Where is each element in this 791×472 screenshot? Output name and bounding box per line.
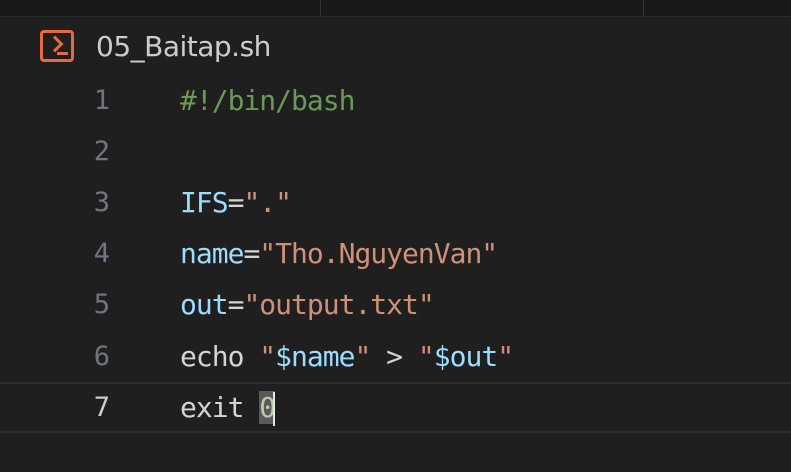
line-number: 4 <box>93 238 110 269</box>
code-token: " <box>417 340 435 373</box>
code-token: > <box>370 340 418 373</box>
code-token: = <box>243 237 260 270</box>
code-token: "output.txt" <box>243 288 434 321</box>
code-text[interactable]: name="Tho.NguyenVan" <box>180 228 498 279</box>
code-token: $name <box>275 340 355 373</box>
code-token: "." <box>243 186 292 219</box>
line-number: 7 <box>93 392 110 423</box>
code-text[interactable]: out="output.txt" <box>180 279 435 330</box>
code-token: "Tho.NguyenVan" <box>259 237 498 270</box>
breadcrumb-file-name[interactable]: 05_Baitap.sh <box>96 29 271 65</box>
code-token: = <box>227 288 245 321</box>
code-token: name <box>180 237 244 270</box>
code-token: echo <box>180 340 260 373</box>
line-number: 6 <box>93 341 110 372</box>
code-token: " <box>497 340 514 373</box>
code-token: exit <box>180 391 260 424</box>
code-editor-window: 05_Baitap.sh 1 #!/bin/bash 2 3 IFS="." 4 name=… <box>0 0 791 472</box>
code-token: = <box>227 186 245 219</box>
code-text[interactable]: exit 0 <box>180 384 276 431</box>
code-text[interactable]: #!/bin/bash <box>180 75 355 126</box>
tab-strip <box>0 0 791 17</box>
code-token: out <box>180 288 229 321</box>
code-text[interactable]: echo "$name" > "$out" <box>180 331 514 382</box>
code-token: " <box>354 340 371 373</box>
code-token: $out <box>433 340 498 373</box>
code-editor[interactable]: 1 #!/bin/bash 2 3 IFS="." 4 name="Tho.NguyenVa… <box>0 75 791 472</box>
text-caret <box>273 392 276 426</box>
line-number: 1 <box>93 85 110 116</box>
tab-divider <box>320 0 321 16</box>
code-line[interactable]: 1 #!/bin/bash <box>0 75 791 126</box>
tab-divider <box>643 0 644 16</box>
code-line[interactable]: 6 echo "$name" > "$out" <box>0 331 791 382</box>
code-text[interactable]: IFS="." <box>180 177 292 228</box>
code-line[interactable]: 2 <box>0 126 791 177</box>
code-line[interactable]: 3 IFS="." <box>0 177 791 228</box>
code-line[interactable]: 4 name="Tho.NguyenVan" <box>0 228 791 279</box>
breadcrumb[interactable]: 05_Baitap.sh <box>0 17 791 75</box>
code-token: #!/bin/bash <box>180 84 355 117</box>
line-number: 5 <box>93 289 110 320</box>
code-token: IFS <box>180 186 229 219</box>
code-line[interactable]: 7 exit 0 <box>0 382 791 433</box>
code-token: " <box>259 340 276 373</box>
code-line[interactable]: 5 out="output.txt" <box>0 279 791 330</box>
line-number: 3 <box>93 187 110 218</box>
line-number: 2 <box>93 136 110 167</box>
terminal-icon <box>40 30 74 62</box>
